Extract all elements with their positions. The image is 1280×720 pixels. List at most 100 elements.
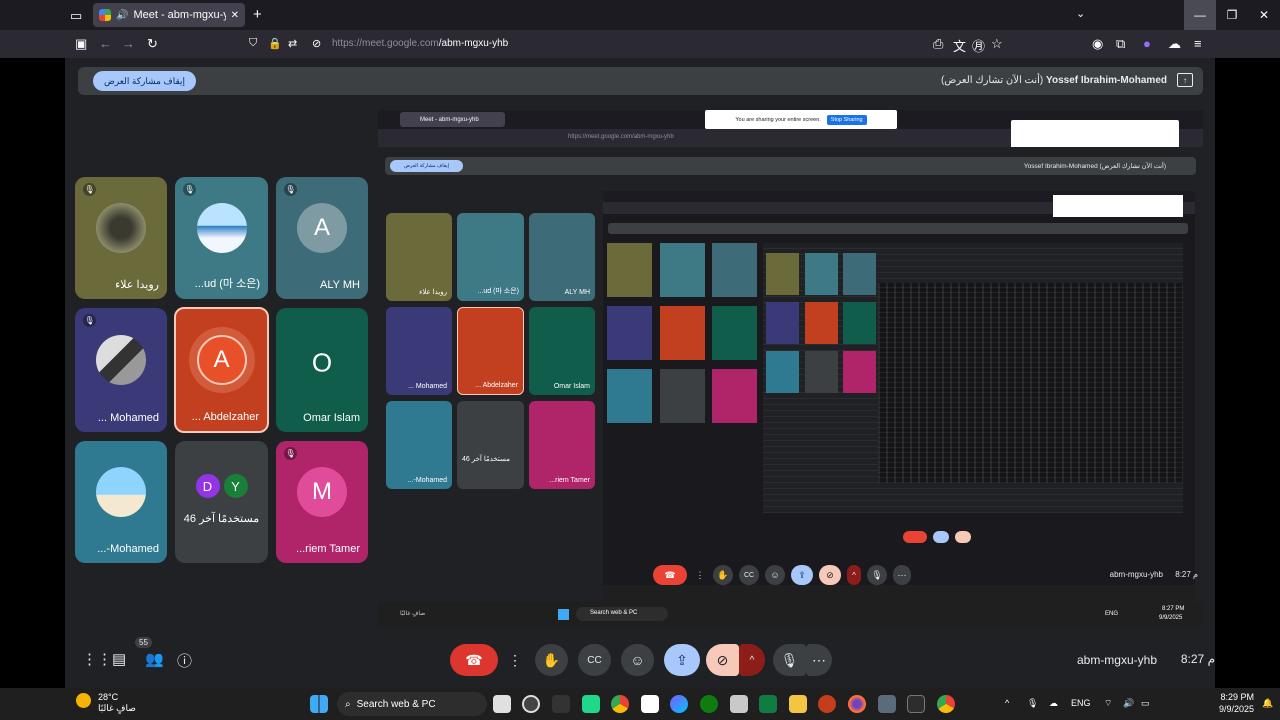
mic-tray-icon[interactable]: 🎙 — [1027, 698, 1038, 709]
participant-tile[interactable]: 🎙 ... Mohamed — [75, 308, 167, 432]
onedrive-icon[interactable]: ☁ — [1049, 698, 1058, 709]
participant-tile[interactable]: 🎙 رويدا علاء — [75, 177, 167, 299]
shared-presenter: Yossef Ibrahim-Mohamed (أنت الآن تشارك ا… — [1023, 163, 1166, 170]
audio-playing-icon[interactable]: 🔊 — [116, 10, 128, 21]
participant-name: ...-Mohamed — [97, 543, 159, 555]
weather-widget[interactable]: 28°C صافٍ غالبًا — [76, 692, 136, 714]
url-bar[interactable]: ⛉ 🔒 ⇄ ⊘ https://meet.google.com/abm-mgxu… — [240, 32, 1010, 56]
stop-sharing-button[interactable]: Stop Sharing — [826, 114, 867, 125]
copilot-icon[interactable] — [670, 695, 688, 713]
taskbar-clock[interactable]: 8:29 PM 9/9/2025 — [1219, 691, 1254, 715]
camera-blocked-icon[interactable]: ⊘ — [312, 37, 321, 50]
reader-view-icon[interactable]: ⎙ — [933, 36, 943, 52]
translate-icon[interactable]: 文 — [953, 36, 966, 55]
extension-cloud-icon[interactable]: ☁ — [1168, 36, 1181, 52]
participant-tile[interactable]: 🎙 A ALY MH — [276, 177, 368, 299]
excel-icon[interactable] — [759, 695, 777, 713]
stop-presenting-button[interactable]: إيقاف مشاركة العرض — [93, 71, 196, 91]
terminal-icon[interactable] — [907, 695, 925, 713]
emoji-button[interactable]: ☺ — [621, 644, 654, 676]
xbox-icon[interactable] — [700, 695, 718, 713]
reload-icon[interactable]: ↻ — [147, 36, 158, 52]
notifications-icon[interactable]: 🔔 — [1262, 698, 1273, 709]
restore-icon[interactable]: ❐ — [1216, 0, 1248, 30]
camera-options-chevron-button[interactable]: ^ — [739, 644, 765, 676]
task-view-icon[interactable] — [493, 695, 511, 713]
captions-button[interactable]: CC — [578, 644, 611, 676]
chrome-profile-icon[interactable] — [937, 695, 955, 713]
firefox-icon[interactable] — [848, 695, 866, 713]
extensions-icon[interactable]: ⧉ — [1116, 36, 1125, 52]
shield-icon[interactable]: ⛉ — [249, 37, 257, 50]
menu-icon[interactable]: ≡ — [1194, 36, 1202, 51]
avatar — [96, 467, 146, 518]
windows-start-icon[interactable] — [310, 695, 328, 713]
participant-name: ... Mohamed — [97, 412, 159, 424]
avatar: Y — [223, 474, 248, 499]
bookmark-star-icon[interactable]: ☆ — [991, 36, 1003, 52]
sidebar-icon[interactable]: ▣ — [75, 36, 87, 52]
browser-tabbar: ▭ 🔊 Meet - abm-mgxu-yhb ✕ + ⌄ — ❐ ✕ — [0, 0, 1280, 30]
calculator-icon[interactable] — [878, 695, 896, 713]
forward-icon[interactable]: → — [122, 36, 135, 51]
extension-purple-icon[interactable]: ● — [1143, 36, 1151, 51]
file-explorer-icon[interactable] — [789, 695, 807, 713]
back-icon[interactable]: ← — [99, 36, 112, 51]
participant-tile-active-speaker[interactable]: A ... Abdelzaher — [174, 307, 269, 433]
calendar-icon[interactable] — [730, 695, 748, 713]
weather-sun-icon — [76, 693, 91, 708]
shared-tile-name: ALY MH — [564, 289, 590, 296]
more-options-button[interactable]: ⋮ — [505, 644, 525, 676]
participant-tile[interactable]: ...-Mohamed — [75, 441, 167, 563]
info-icon[interactable]: ⓘ — [177, 650, 192, 671]
camera-off-button[interactable]: ⊘ — [706, 644, 739, 676]
people-icon[interactable]: 👥 — [145, 650, 164, 668]
chat-icon[interactable]: ▤ — [112, 650, 126, 668]
wifi-icon[interactable]: ⌔ — [1104, 698, 1112, 709]
lock-icon[interactable]: 🔒 — [268, 37, 282, 50]
shared-emoji-button: ☺ — [765, 565, 785, 585]
present-button[interactable]: ⇪ — [664, 644, 700, 676]
avatar — [96, 335, 146, 386]
tray-overflow-icon[interactable]: ^ — [1005, 698, 1009, 708]
shared-hand-button: ✋ — [713, 565, 733, 585]
participant-name: ... Abdelzaher — [191, 411, 259, 423]
microphone-button[interactable]: 🎙 — [773, 644, 806, 676]
shared-screen-deepest — [878, 283, 1183, 483]
taskbar-search[interactable]: ⌕ Search web & PC — [337, 692, 487, 716]
shared-screen-nested — [603, 191, 1195, 601]
browser-tab-meet[interactable]: 🔊 Meet - abm-mgxu-yhb ✕ — [93, 3, 245, 27]
app-icon[interactable] — [552, 695, 570, 713]
others-tile[interactable]: D Y 46 مستخدمًا آخر — [175, 441, 268, 563]
pycharm-icon[interactable] — [582, 695, 600, 713]
account-icon[interactable]: ◉ — [1092, 36, 1103, 52]
notion-icon[interactable] — [641, 695, 659, 713]
permissions-icon[interactable]: ⇄ — [288, 37, 297, 50]
minimize-icon[interactable]: — — [1184, 0, 1216, 30]
translate-page-icon[interactable]: ㊊ — [972, 36, 985, 55]
battery-icon[interactable]: ▭ — [1141, 698, 1150, 709]
participant-tile[interactable]: 🎙 ...ud (마 소은) — [175, 177, 268, 299]
tab-overflow-chevron-icon[interactable]: ⌄ — [1076, 7, 1085, 20]
close-window-icon[interactable]: ✕ — [1248, 0, 1280, 30]
shared-meeting-code: abm-mgxu-yhb — [1109, 570, 1163, 579]
powerpoint-icon[interactable] — [818, 695, 836, 713]
shared-tile: ...riem Tamer — [529, 401, 595, 489]
participant-tile[interactable]: O Omar Islam — [276, 308, 368, 432]
raise-hand-button[interactable]: ✋ — [535, 644, 568, 676]
mic-off-icon: 🎙 — [284, 447, 297, 460]
present-screen-icon: ↑ — [1177, 73, 1193, 87]
activities-icon[interactable]: ⋮⋮ — [82, 650, 112, 668]
participant-count-badge: 55 — [135, 637, 152, 648]
obs-icon[interactable] — [522, 695, 540, 713]
new-tab-icon[interactable]: + — [253, 6, 262, 23]
leave-call-button[interactable]: ☎ — [450, 644, 498, 676]
chrome-icon[interactable] — [611, 695, 629, 713]
volume-icon[interactable]: 🔊 — [1123, 698, 1134, 709]
participant-tile[interactable]: 🎙 M ...riem Tamer — [276, 441, 368, 563]
tab-list-icon[interactable]: ▭ — [70, 8, 82, 24]
language-indicator[interactable]: ENG — [1071, 698, 1091, 708]
avatar: D — [195, 474, 220, 499]
close-tab-icon[interactable]: ✕ — [231, 10, 239, 21]
audio-options-button[interactable]: ⋯ — [806, 644, 832, 676]
